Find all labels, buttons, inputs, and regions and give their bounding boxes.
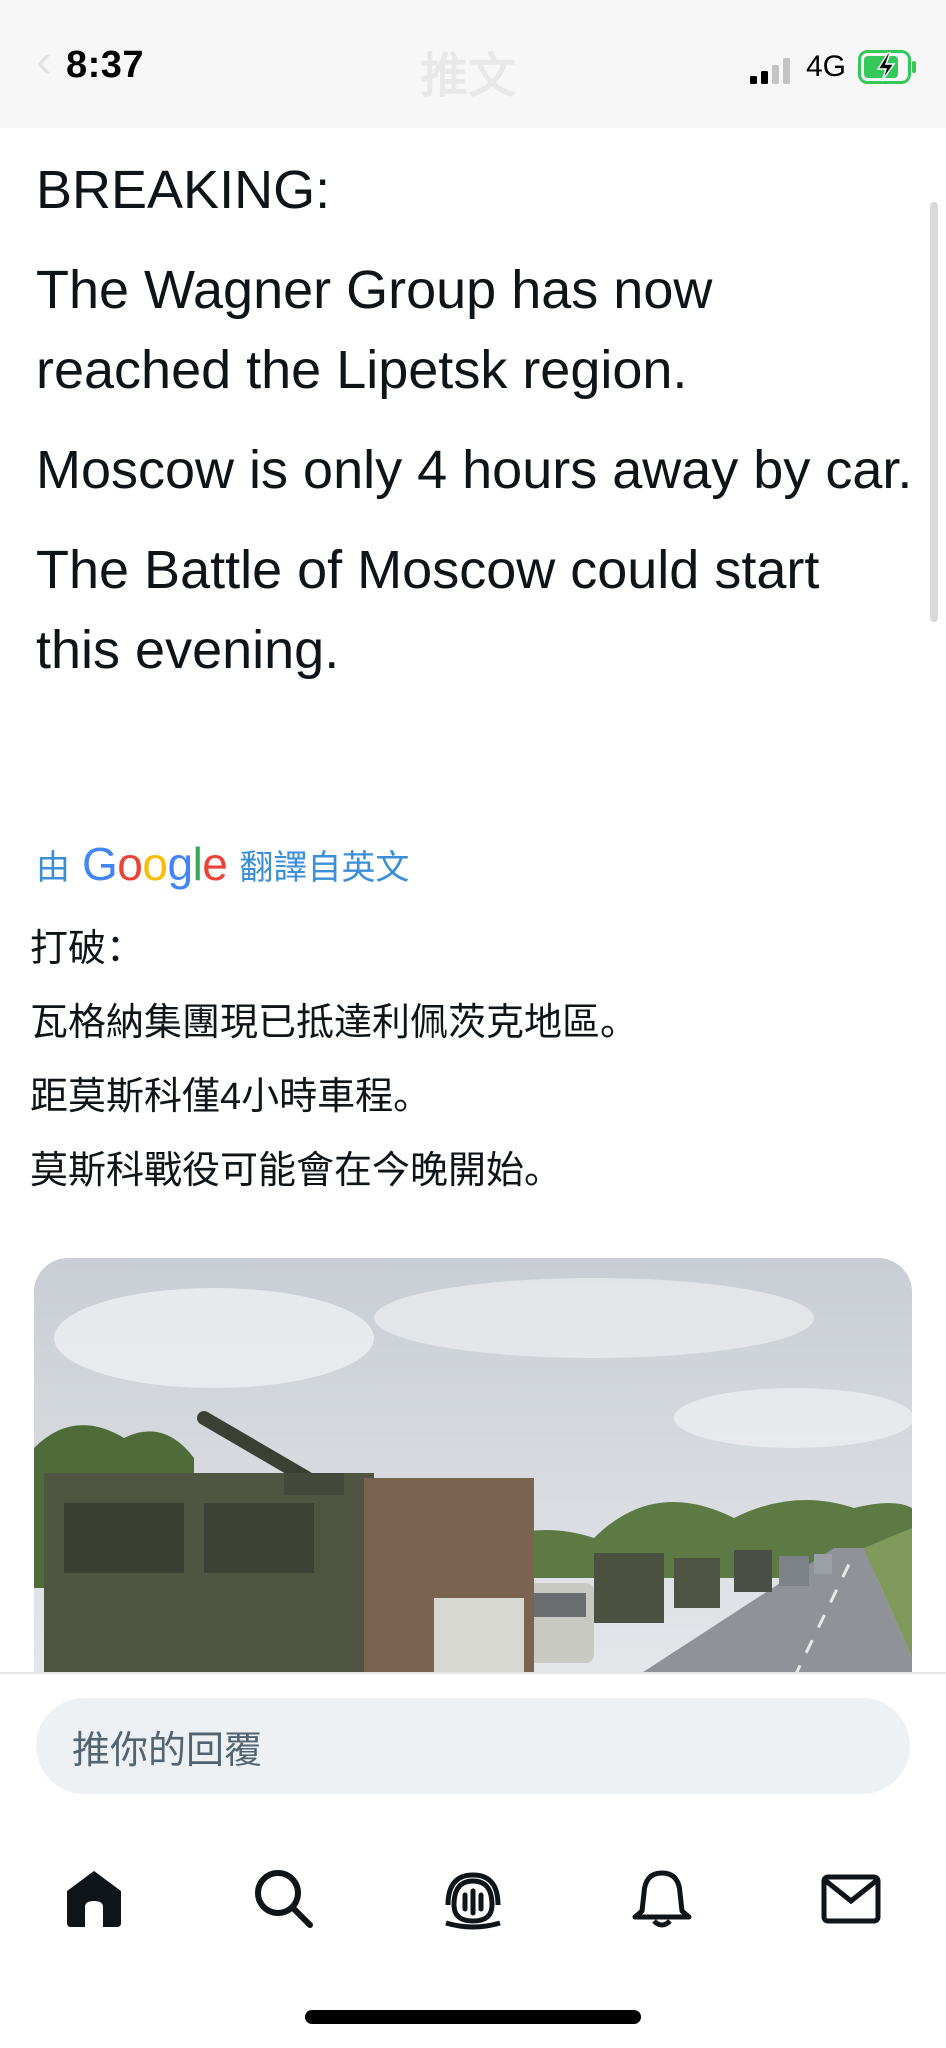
nav-title: 推文 — [420, 50, 517, 103]
convoy-photo-image — [34, 1258, 912, 1678]
status-time: 8:37 — [66, 44, 145, 86]
notifications-icon — [632, 1870, 692, 1928]
tweet-text: BREAKING: The Wagner Group has now reach… — [36, 150, 916, 710]
google-logo: Google — [82, 838, 228, 890]
tweet-line: BREAKING: — [36, 160, 331, 220]
tweet-line: Moscow is only 4 hours away by car. — [36, 440, 913, 500]
tweet-line: The Battle of Moscow could start this ev… — [36, 540, 820, 680]
status-bar: ‹ 推文 8:37 4G — [0, 0, 946, 128]
tab-search[interactable] — [247, 1862, 319, 1934]
tab-bar — [0, 1838, 946, 1948]
tab-spaces[interactable] — [437, 1862, 509, 1934]
translated-line: 打破： — [30, 928, 145, 970]
search-icon — [255, 1870, 313, 1928]
translated-text: 打破： 瓦格納集團現已抵達利佩茨克地區。 距莫斯科僅4小時車程。 莫斯科戰役可能… — [30, 922, 910, 1218]
messages-icon — [821, 1874, 881, 1924]
network-type: 4G — [806, 50, 847, 83]
home-indicator[interactable] — [305, 2010, 641, 2024]
battery-charging-icon — [858, 50, 916, 84]
tweet-photo[interactable] — [34, 1258, 912, 1678]
translated-line: 距莫斯科僅4小時車程。 — [30, 1076, 432, 1118]
tweet-line: The Wagner Group has now reached the Lip… — [36, 260, 713, 400]
tab-notifications[interactable] — [626, 1862, 698, 1934]
translation-attribution[interactable]: 由 Google 翻譯自英文 — [36, 836, 409, 892]
translation-suffix: 翻譯自英文 — [239, 848, 410, 887]
tab-messages[interactable] — [815, 1862, 887, 1934]
reply-input[interactable]: 推你的回覆 — [36, 1698, 910, 1794]
tab-home[interactable] — [58, 1862, 130, 1934]
scroll-indicator[interactable] — [930, 202, 938, 622]
home-icon — [67, 1871, 121, 1927]
reply-placeholder: 推你的回覆 — [72, 1729, 263, 1772]
cellular-signal-icon — [750, 58, 790, 84]
translated-line: 瓦格納集團現已抵達利佩茨克地區。 — [30, 1002, 639, 1044]
translation-prefix: 由 — [36, 848, 70, 887]
translated-line: 莫斯科戰役可能會在今晚開始。 — [30, 1150, 563, 1192]
spaces-icon — [445, 1872, 501, 1930]
back-arrow-icon[interactable]: ‹ — [36, 34, 52, 89]
